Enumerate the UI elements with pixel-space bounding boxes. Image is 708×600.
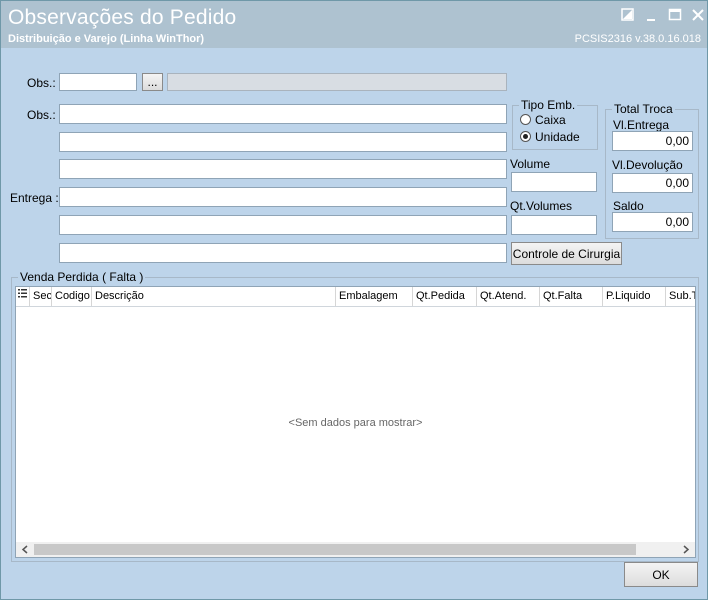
volume-input[interactable] (511, 172, 597, 192)
column-header-descricao[interactable]: Descrição (92, 287, 336, 306)
obs-line-input[interactable] (59, 159, 507, 179)
vl-devolucao-label: Vl.Devolução (612, 158, 683, 172)
obs-lines-label: Obs.: (27, 108, 56, 122)
column-header-qt-falta[interactable]: Qt.Falta (540, 287, 603, 306)
column-header-p-liquido[interactable]: P.Liquido (603, 287, 666, 306)
scroll-right-icon[interactable] (680, 543, 692, 556)
horizontal-scrollbar[interactable] (16, 542, 695, 557)
vl-entrega-input[interactable] (612, 131, 693, 151)
column-header-embalagem[interactable]: Embalagem (336, 287, 413, 306)
venda-perdida-legend: Venda Perdida ( Falta ) (20, 270, 144, 284)
entrega-line-input[interactable] (59, 215, 507, 235)
ok-button[interactable]: OK (624, 562, 698, 587)
title-bar: Observações do Pedido Distribuição e Var… (1, 1, 707, 48)
empty-grid-message: <Sem dados para mostrar> (288, 417, 423, 429)
column-header-codigo[interactable]: Codigo (52, 287, 92, 306)
controle-cirurgia-button[interactable]: Controle de Cirurgia (511, 242, 622, 265)
saldo-label: Saldo (613, 199, 644, 213)
entrega-label: Entrega : (10, 191, 59, 205)
grid-header: Sec Codigo Descrição Embalagem Qt.Pedida… (16, 287, 695, 307)
obs-line-input[interactable] (59, 132, 507, 152)
obs-label: Obs.: (27, 76, 56, 90)
obs-code-input[interactable] (59, 73, 137, 91)
qt-volumes-label: Qt.Volumes (510, 199, 573, 213)
entrega-line-input[interactable] (59, 243, 507, 263)
column-chooser-icon[interactable] (16, 287, 30, 306)
vl-devolucao-input[interactable] (612, 173, 693, 193)
venda-perdida-grid[interactable]: Sec Codigo Descrição Embalagem Qt.Pedida… (15, 286, 696, 558)
maximize-icon[interactable] (667, 8, 683, 24)
observacoes-window: Observações do Pedido Distribuição e Var… (0, 0, 708, 600)
tipo-emb-legend: Tipo Emb. (521, 98, 576, 112)
column-header-qt-pedida[interactable]: Qt.Pedida (413, 287, 477, 306)
unidade-label[interactable]: Unidade (535, 130, 580, 144)
scroll-left-icon[interactable] (19, 543, 31, 556)
version-label: PCSIS2316 v.38.0.16.018 (574, 33, 701, 45)
window-title: Observações do Pedido (8, 6, 237, 29)
column-header-qt-atend[interactable]: Qt.Atend. (477, 287, 540, 306)
caixa-label[interactable]: Caixa (535, 113, 566, 127)
close-icon[interactable] (690, 8, 706, 24)
caixa-radio[interactable] (520, 114, 531, 125)
qt-volumes-input[interactable] (511, 215, 597, 235)
column-header-sub-total[interactable]: Sub.T (666, 287, 695, 306)
vl-entrega-label: Vl.Entrega (613, 118, 670, 132)
restore-icon[interactable] (620, 8, 636, 24)
volume-label: Volume (510, 157, 551, 171)
scrollbar-thumb[interactable] (34, 544, 636, 555)
obs-lookup-button[interactable]: ... (142, 73, 163, 91)
total-troca-legend: Total Troca (614, 102, 673, 116)
column-header-sec[interactable]: Sec (30, 287, 52, 306)
window-subtitle: Distribuição e Varejo (Linha WinThor) (8, 33, 205, 45)
obs-description-input (167, 73, 507, 91)
obs-line-input[interactable] (59, 104, 507, 124)
entrega-line-input[interactable] (59, 187, 507, 207)
unidade-radio[interactable] (520, 131, 531, 142)
minimize-icon[interactable] (644, 8, 660, 24)
saldo-input[interactable] (612, 212, 693, 232)
